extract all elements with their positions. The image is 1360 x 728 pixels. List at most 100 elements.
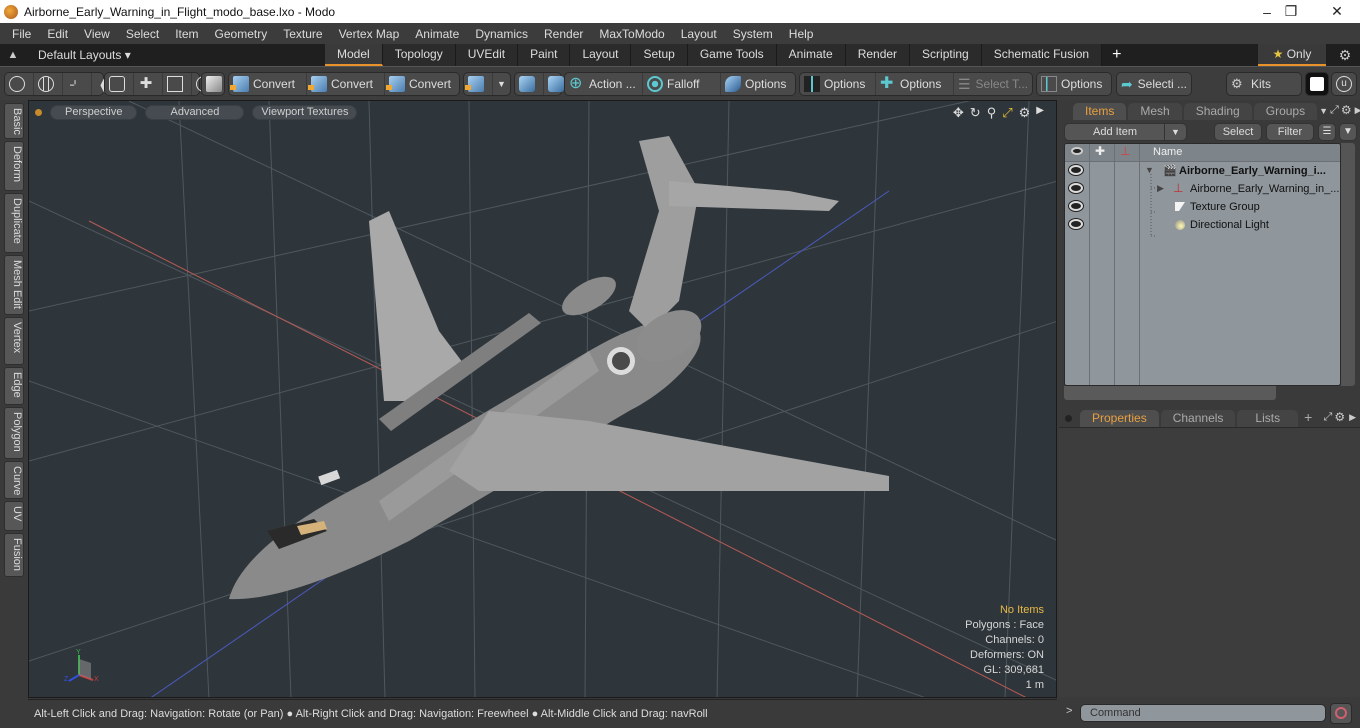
gear-icon[interactable]: ⚙	[1330, 44, 1360, 66]
select-through-button[interactable]: ☰ Select T...	[954, 73, 1032, 95]
menu-select[interactable]: Select	[118, 27, 167, 41]
list-item[interactable]: ▶ ⊥ Airborne_Early_Warning_in_...	[1065, 181, 1340, 199]
view-mode-button[interactable]: Perspective	[50, 104, 138, 120]
list-item[interactable]: ▼ 🎬 Airborne_Early_Warning_i...	[1065, 163, 1340, 181]
convert-button-3[interactable]: Convert	[385, 73, 459, 95]
tab-model[interactable]: Model	[325, 44, 383, 66]
action-center-button[interactable]: ⊕ Action ...	[565, 73, 643, 95]
tab-duplicate[interactable]: Duplicate	[4, 193, 24, 253]
tab-lists[interactable]: Lists	[1237, 410, 1299, 427]
convert-options-button[interactable]	[464, 73, 493, 95]
rotate-icon[interactable]: ↻	[970, 105, 981, 121]
tab-vertex[interactable]: Vertex	[4, 317, 24, 365]
shading-mode-button[interactable]: Advanced	[145, 104, 245, 120]
tab-basic[interactable]: Basic	[4, 103, 24, 139]
menu-vertex-map[interactable]: Vertex Map	[331, 27, 408, 41]
tab-groups[interactable]: Groups	[1253, 103, 1318, 120]
list-item[interactable]: Texture Group	[1065, 199, 1340, 217]
tab-paint[interactable]: Paint	[518, 44, 571, 66]
expand-panel-icon[interactable]: ⤢	[1324, 411, 1333, 424]
add-tab-button[interactable]: +	[1102, 44, 1131, 66]
convert-dropdown-button[interactable]: ▼	[493, 73, 510, 95]
falloff-button[interactable]: Falloff	[643, 73, 721, 95]
viewport-textures-button[interactable]: Viewport Textures	[252, 104, 358, 120]
menu-render[interactable]: Render	[536, 27, 591, 41]
edges-mode-button[interactable]	[34, 73, 63, 95]
visibility-eye-icon[interactable]	[1069, 183, 1083, 193]
tab-channels[interactable]: Channels	[1160, 410, 1236, 427]
tab-setup[interactable]: Setup	[631, 44, 688, 66]
tab-mesh[interactable]: Mesh ...	[1128, 103, 1182, 135]
expand-arrow-icon[interactable]: ▶	[1036, 105, 1044, 121]
menu-geometry[interactable]: Geometry	[207, 27, 276, 41]
close-button[interactable]: ✕	[1314, 0, 1360, 23]
menu-help[interactable]: Help	[781, 27, 822, 41]
workplane-button[interactable]	[515, 73, 544, 95]
tab-properties[interactable]: Properties	[1080, 410, 1159, 427]
tab-topology[interactable]: Topology	[382, 44, 456, 66]
list-item[interactable]: Directional Light	[1065, 217, 1340, 235]
workplane-options-button[interactable]: ✚ Options	[876, 73, 954, 95]
tab-items[interactable]: Items	[1073, 103, 1127, 120]
zoom-magnifier-icon[interactable]: ⚲	[987, 105, 997, 121]
menu-file[interactable]: File	[4, 27, 39, 41]
menu-layout[interactable]: Layout	[673, 27, 725, 41]
menu-texture[interactable]: Texture	[275, 27, 330, 41]
panel-gear-icon[interactable]: ⚙	[1334, 410, 1345, 424]
tab-uv[interactable]: UV	[4, 501, 24, 531]
tab-mesh-edit[interactable]: Mesh Edit	[4, 255, 24, 315]
solid-cube-button[interactable]	[202, 73, 230, 95]
tab-polygon[interactable]: Polygon	[4, 407, 24, 459]
filter-button[interactable]: Filter	[1266, 123, 1314, 141]
falloff-options-button[interactable]: Options	[721, 73, 795, 95]
vertices-mode-button[interactable]	[5, 73, 34, 95]
tab-uvedit[interactable]: UVEdit	[455, 44, 519, 66]
tab-schematic-fusion[interactable]: Schematic Fusion	[981, 44, 1103, 66]
tab-curve[interactable]: Curve	[4, 461, 24, 499]
add-item-button[interactable]: Add Item ▼	[1064, 123, 1187, 141]
convert-button-1[interactable]: Convert	[229, 73, 307, 95]
tab-scripting[interactable]: Scripting	[910, 44, 982, 66]
item-list-horizontal-scrollbar[interactable]	[1064, 386, 1276, 400]
uv-unwrap-button[interactable]	[105, 73, 134, 95]
item-list-vertical-scrollbar[interactable]	[1341, 143, 1355, 386]
maximize-viewport-icon[interactable]: ⤢	[1002, 105, 1012, 121]
selection-sets-button[interactable]: ➦ Selecti ...	[1117, 73, 1191, 95]
menu-maxtomodo[interactable]: MaxToModo	[591, 27, 672, 41]
panel-gear-icon[interactable]: ⚙	[1341, 103, 1352, 117]
tabs-dropdown-icon[interactable]: ▼	[1319, 106, 1328, 116]
snap-options-button[interactable]: Options	[800, 73, 876, 95]
add-item-dropdown-icon[interactable]: ▼	[1164, 124, 1186, 140]
visibility-eye-icon[interactable]	[1069, 219, 1083, 229]
command-history-button[interactable]	[1330, 703, 1352, 724]
pan-move-icon[interactable]: ✥	[953, 105, 964, 121]
viewport-menu-dot[interactable]	[35, 108, 42, 116]
menu-view[interactable]: View	[76, 27, 118, 41]
uv-frame-button[interactable]	[163, 73, 192, 95]
menu-edit[interactable]: Edit	[39, 27, 76, 41]
unity-button[interactable]	[1305, 72, 1329, 96]
unreal-button[interactable]: u	[1331, 72, 1357, 96]
panel-menu-dot[interactable]	[1065, 415, 1072, 422]
pivot-options-button[interactable]: Options	[1037, 73, 1111, 95]
tab-shading[interactable]: Shading	[1183, 103, 1252, 120]
tab-game-tools[interactable]: Game Tools	[687, 44, 777, 66]
tab-animate[interactable]: Animate	[776, 44, 846, 66]
funnel-filter-icon[interactable]: ▼	[1339, 123, 1357, 141]
panel-arrow-icon[interactable]: ▶	[1349, 412, 1356, 423]
visibility-eye-icon[interactable]	[1069, 201, 1083, 211]
viewport-gear-icon[interactable]: ⚙	[1019, 105, 1031, 121]
default-layouts-dropdown[interactable]: Default Layouts ▾	[38, 48, 131, 62]
command-input[interactable]: Command	[1080, 704, 1326, 722]
add-tab-plus-icon[interactable]: +	[1304, 409, 1312, 425]
tab-edge[interactable]: Edge	[4, 367, 24, 405]
polygons-mode-button[interactable]: ⌏	[63, 73, 92, 95]
visibility-eye-icon[interactable]	[1069, 165, 1083, 175]
3d-viewport[interactable]: Perspective Advanced Viewport Textures ✥…	[28, 100, 1057, 698]
collapse-up-icon[interactable]: ▲	[0, 49, 26, 61]
kits-button[interactable]: ⚙ Kits	[1227, 73, 1301, 95]
menu-dynamics[interactable]: Dynamics	[467, 27, 536, 41]
panel-arrow-icon[interactable]: ▶	[1355, 105, 1360, 116]
menu-animate[interactable]: Animate	[407, 27, 467, 41]
only-button[interactable]: ★ Only	[1258, 44, 1326, 66]
